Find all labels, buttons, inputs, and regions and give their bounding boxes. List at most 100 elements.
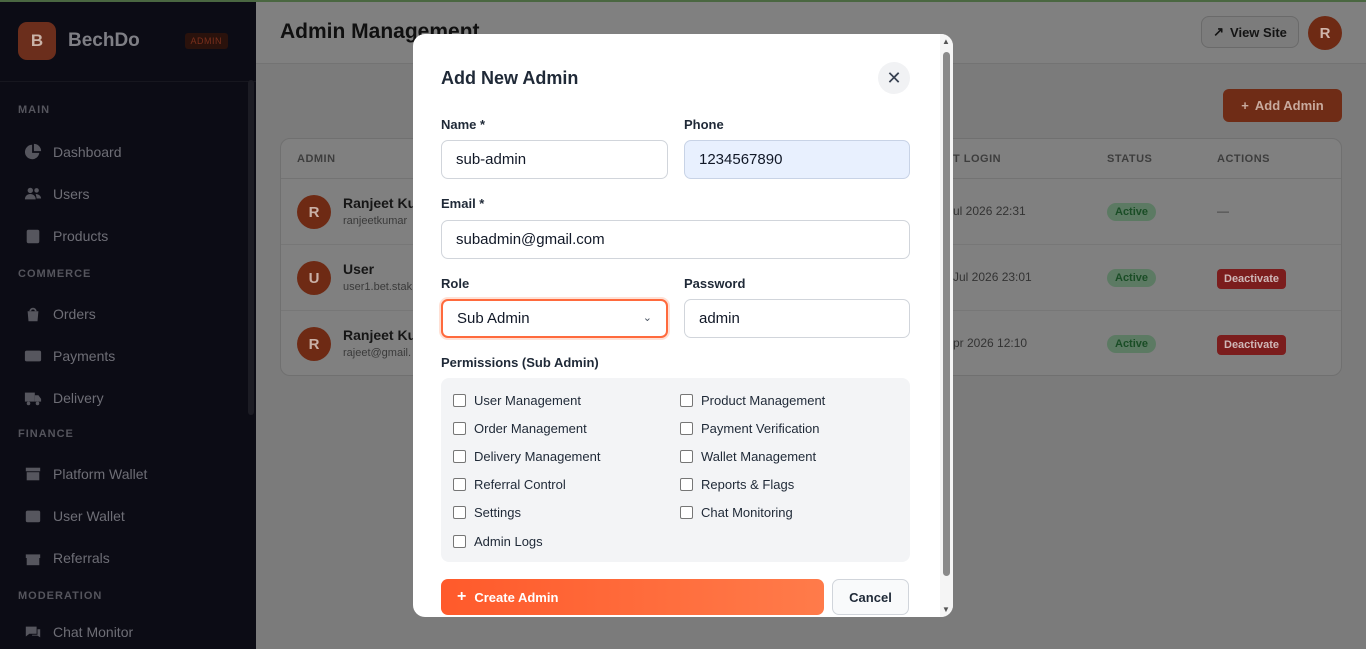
chat-icon — [25, 626, 41, 638]
close-icon: ✕ — [886, 67, 902, 88]
role-select[interactable]: Sub Admin ⌄ — [441, 299, 668, 338]
scroll-down-arrow-icon[interactable]: ▼ — [942, 605, 950, 614]
section-title-main: MAIN — [18, 104, 51, 116]
sidebar-item-orders[interactable]: Orders — [0, 293, 256, 335]
phone-label: Phone — [684, 117, 724, 132]
sidebar-scrollbar[interactable] — [248, 80, 254, 415]
sidebar-item-referrals[interactable]: Referrals — [0, 537, 256, 579]
checkbox[interactable] — [453, 506, 466, 519]
credit-card-icon — [24, 350, 42, 362]
checkbox[interactable] — [680, 394, 693, 407]
permission-admin-logs[interactable]: Admin Logs — [453, 534, 543, 549]
sidebar-item-user-wallet[interactable]: User Wallet — [0, 495, 256, 537]
add-admin-modal: Add New Admin ✕ Name * sub-admin Phone 1… — [413, 34, 953, 617]
sidebar-item-label: Chat Monitor — [53, 624, 134, 640]
checkbox[interactable] — [680, 506, 693, 519]
permission-label: Settings — [474, 505, 521, 520]
last-login: pr 2026 12:10 — [953, 336, 1028, 350]
permission-product-management[interactable]: Product Management — [680, 393, 825, 408]
permission-reports-flags[interactable]: Reports & Flags — [680, 477, 794, 492]
last-login: Jul 2026 23:01 — [953, 270, 1032, 284]
modal-scrollbar[interactable]: ▲ ▼ — [940, 34, 953, 617]
deactivate-button[interactable]: Deactivate — [1217, 269, 1287, 289]
checkbox[interactable] — [453, 478, 466, 491]
sidebar-item-label: Orders — [53, 306, 96, 322]
cancel-button[interactable]: Cancel — [832, 579, 909, 615]
password-label: Password — [684, 276, 746, 291]
plus-icon: + — [457, 588, 467, 605]
column-header-admin: ADMIN — [297, 153, 336, 165]
permission-referral-control[interactable]: Referral Control — [453, 477, 566, 492]
admin-name: User — [343, 261, 375, 277]
pie-chart-icon — [24, 143, 42, 160]
chevron-down-icon: ⌄ — [642, 312, 652, 324]
view-site-label: View Site — [1230, 24, 1287, 40]
permission-label: Admin Logs — [474, 534, 543, 549]
checkbox[interactable] — [453, 450, 466, 463]
permissions-box: User Management Order Management Deliver… — [441, 378, 910, 562]
column-header-actions: ACTIONS — [1217, 153, 1270, 165]
add-admin-label: Add Admin — [1254, 98, 1324, 113]
sidebar-item-chat-monitor[interactable]: Chat Monitor — [0, 611, 256, 649]
checkbox[interactable] — [680, 478, 693, 491]
create-admin-label: Create Admin — [474, 589, 559, 605]
add-admin-button[interactable]: + Add Admin — [1223, 89, 1342, 122]
sidebar-item-users[interactable]: Users — [0, 173, 256, 215]
checkbox[interactable] — [680, 422, 693, 435]
checkbox[interactable] — [453, 535, 466, 548]
permission-delivery-management[interactable]: Delivery Management — [453, 449, 600, 464]
deactivate-button[interactable]: Deactivate — [1217, 335, 1287, 355]
permission-label: Wallet Management — [701, 449, 817, 464]
plus-icon: + — [1241, 98, 1249, 113]
name-field[interactable]: sub-admin — [441, 140, 668, 179]
name-label: Name * — [441, 117, 486, 132]
sidebar-item-label: User Wallet — [53, 508, 125, 524]
password-field[interactable]: admin — [684, 299, 910, 338]
checkbox[interactable] — [680, 450, 693, 463]
box-icon — [26, 229, 40, 244]
sidebar-item-label: Dashboard — [53, 144, 122, 160]
close-button[interactable]: ✕ — [878, 62, 910, 94]
permission-payment-verification[interactable]: Payment Verification — [680, 421, 820, 436]
email-field[interactable]: subadmin@gmail.com — [441, 220, 910, 259]
create-admin-button[interactable]: + Create Admin — [441, 579, 824, 615]
permission-label: Product Management — [701, 393, 826, 408]
admin-badge: ADMIN — [184, 32, 228, 49]
scrollbar-thumb[interactable] — [943, 52, 950, 576]
sidebar-item-label: Users — [53, 186, 90, 202]
avatar[interactable]: R — [1308, 16, 1342, 50]
permission-label: User Management — [474, 393, 581, 408]
admin-name: Ranjeet Ku — [343, 195, 417, 211]
permission-settings[interactable]: Settings — [453, 505, 521, 520]
permission-chat-monitoring[interactable]: Chat Monitoring — [680, 505, 793, 520]
sidebar-item-delivery[interactable]: Delivery — [0, 377, 256, 419]
scroll-up-arrow-icon[interactable]: ▲ — [942, 37, 950, 46]
admin-email: ranjeetkumar — [343, 215, 408, 227]
checkbox[interactable] — [453, 422, 466, 435]
no-action: — — [1217, 204, 1229, 218]
status-badge: Active — [1107, 269, 1157, 287]
sidebar-item-products[interactable]: Products — [0, 215, 256, 257]
gift-icon — [25, 554, 41, 566]
brand-name: BechDo — [68, 29, 140, 51]
permission-user-management[interactable]: User Management — [453, 393, 581, 408]
phone-field[interactable]: 1234567890 — [684, 140, 910, 179]
view-site-button[interactable]: ↗ View Site — [1201, 16, 1299, 48]
permission-order-management[interactable]: Order Management — [453, 421, 587, 436]
checkbox[interactable] — [453, 394, 466, 407]
sidebar-item-dashboard[interactable]: Dashboard — [0, 131, 256, 173]
permission-wallet-management[interactable]: Wallet Management — [680, 449, 816, 464]
sidebar-item-label: Platform Wallet — [53, 466, 148, 482]
role-label: Role — [441, 276, 470, 291]
avatar: R — [297, 327, 331, 361]
section-title-finance: FINANCE — [18, 428, 74, 440]
sidebar-item-platform-wallet[interactable]: Platform Wallet — [0, 453, 256, 495]
permissions-label: Permissions (Sub Admin) — [441, 355, 599, 370]
external-link-icon: ↗ — [1213, 24, 1225, 39]
role-value: Sub Admin — [457, 310, 530, 327]
admin-name: Ranjeet Ku — [343, 327, 417, 343]
section-title-moderation: MODERATION — [18, 590, 103, 602]
logo: B — [18, 21, 56, 60]
sidebar-item-payments[interactable]: Payments — [0, 335, 256, 377]
modal-title: Add New Admin — [441, 68, 579, 88]
